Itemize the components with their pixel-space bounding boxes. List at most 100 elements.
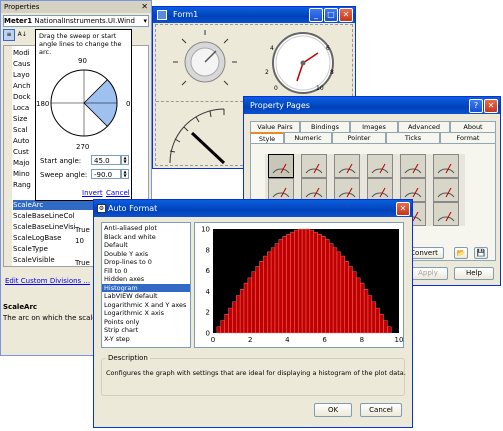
- format-list-item[interactable]: Default: [102, 241, 190, 250]
- property-row-name[interactable]: Majo: [13, 158, 30, 168]
- tab[interactable]: Style: [250, 132, 284, 143]
- open-folder-button[interactable]: 📂: [454, 247, 468, 259]
- property-value[interactable]: 10: [75, 237, 84, 243]
- format-list[interactable]: Anti-aliased plot Black and white Default D…: [101, 222, 191, 348]
- format-list-item[interactable]: Strip chart: [102, 326, 190, 335]
- close-button[interactable]: ✕: [484, 99, 498, 113]
- property-row-name[interactable]: Rang: [13, 180, 31, 190]
- tab[interactable]: Format: [440, 132, 496, 143]
- property-row-name[interactable]: Mino: [13, 169, 30, 179]
- tab-row-1: Value Pairs Bindings Images Advanced About: [250, 121, 496, 132]
- invert-link[interactable]: Invert: [82, 189, 103, 197]
- format-list-item[interactable]: Double Y axis: [102, 250, 190, 259]
- apply-button[interactable]: Apply: [408, 267, 448, 280]
- close-button[interactable]: ✕: [396, 202, 410, 216]
- help-button[interactable]: Help: [454, 267, 494, 280]
- property-name: ScaleType: [13, 245, 48, 253]
- style-thumbnail[interactable]: [367, 154, 393, 178]
- categorized-icon[interactable]: ≡: [3, 29, 15, 41]
- style-thumbnail[interactable]: [268, 154, 294, 178]
- form1-title: Form1: [173, 10, 199, 19]
- save-icon[interactable]: 💾: [474, 247, 488, 259]
- property-value[interactable]: True: [75, 259, 90, 265]
- histogram-bar: [305, 228, 311, 334]
- property-row-name[interactable]: Size: [13, 114, 27, 124]
- property-row-name[interactable]: Dock: [13, 92, 31, 102]
- close-icon[interactable]: ✕: [141, 2, 148, 11]
- histogram-bar: [274, 243, 280, 334]
- property-value[interactable]: True: [75, 226, 90, 232]
- cancel-button[interactable]: Cancel: [360, 403, 402, 417]
- format-list-item[interactable]: Hidden axes: [102, 275, 190, 284]
- label-0: 0: [126, 100, 131, 108]
- format-list-item[interactable]: Logarithmic X axis: [102, 309, 190, 318]
- help-title-button[interactable]: ?: [469, 99, 483, 113]
- property-row-name[interactable]: Cust: [13, 147, 29, 157]
- histogram-bar: [348, 266, 353, 334]
- format-list-item[interactable]: Histogram: [102, 283, 190, 292]
- sweep-angle-input[interactable]: -90.0: [91, 169, 121, 179]
- ok-button[interactable]: OK: [314, 403, 352, 417]
- tab[interactable]: Pointer: [332, 132, 386, 143]
- app-icon: ⚙: [97, 204, 106, 213]
- property-row-name[interactable]: Modi: [13, 48, 30, 58]
- alphabetical-icon[interactable]: A↓: [17, 30, 27, 40]
- tab[interactable]: About: [450, 121, 496, 132]
- format-list-item[interactable]: Black and white: [102, 233, 190, 242]
- x-tick-label: 0: [211, 336, 215, 344]
- gauge-label: 2: [265, 69, 269, 76]
- format-list-item[interactable]: Logarithmic X and Y axes: [102, 301, 190, 310]
- cancel-link[interactable]: Cancel: [106, 189, 130, 197]
- meter-control[interactable]: [164, 105, 234, 167]
- tab[interactable]: Images: [350, 121, 398, 132]
- edit-custom-divisions-link[interactable]: Edit Custom Divisions ...: [5, 277, 90, 285]
- format-list-item[interactable]: LabVIEW default: [102, 292, 190, 301]
- maximize-button[interactable]: □: [324, 8, 338, 22]
- minimize-button[interactable]: _: [309, 8, 323, 22]
- arc-dial[interactable]: [48, 67, 120, 139]
- object-selector[interactable]: Meter1 NationalInstruments.UI.Wind ▾: [3, 15, 149, 27]
- histogram-bar: [286, 233, 291, 334]
- histogram-bar: [329, 243, 334, 334]
- histogram-bar: [267, 251, 272, 334]
- histogram-bar: [336, 251, 342, 334]
- format-list-item[interactable]: Points only: [102, 318, 190, 327]
- sweep-angle-spin[interactable]: ▲ ▼: [121, 169, 129, 179]
- description-text: Configures the graph with settings that …: [106, 369, 406, 377]
- histogram-bar: [239, 289, 245, 334]
- property-row-name[interactable]: Loca: [13, 103, 29, 113]
- style-thumbnail[interactable]: [433, 202, 459, 226]
- style-thumbnail[interactable]: [301, 154, 327, 178]
- tab-row-2: Style Numeric Pointer Ticks Format: [250, 132, 496, 143]
- format-list-item[interactable]: X-Y step: [102, 335, 190, 344]
- property-pages-titlebar: Property Pages: [244, 97, 500, 114]
- format-list-item[interactable]: Drop-lines to 0: [102, 258, 190, 267]
- property-row-name[interactable]: Anch: [13, 81, 31, 91]
- knob-control[interactable]: [170, 27, 240, 97]
- format-list-item[interactable]: Fill to 0: [102, 267, 190, 276]
- histogram-bar: [224, 314, 229, 334]
- histogram-bar: [243, 282, 249, 334]
- object-type: NationalInstruments.UI.Wind: [34, 17, 135, 25]
- property-row-name[interactable]: Layo: [13, 70, 30, 80]
- tab[interactable]: Ticks: [386, 132, 440, 143]
- x-tick-label: 10: [395, 336, 403, 344]
- property-pages-title: Property Pages: [250, 101, 310, 110]
- style-thumbnail[interactable]: [433, 154, 459, 178]
- format-list-item[interactable]: Anti-aliased plot: [102, 224, 190, 233]
- property-row-name[interactable]: Caus: [13, 59, 30, 69]
- histogram-bar: [321, 236, 326, 334]
- style-thumbnail[interactable]: [334, 154, 360, 178]
- tab[interactable]: Bindings: [300, 121, 350, 132]
- tab[interactable]: Advanced: [398, 121, 450, 132]
- style-thumbnail[interactable]: [400, 154, 426, 178]
- tab[interactable]: Value Pairs: [250, 121, 300, 132]
- close-button[interactable]: ✕: [339, 8, 353, 22]
- style-thumbnail[interactable]: [433, 178, 459, 202]
- property-row-name[interactable]: Scal: [13, 125, 28, 135]
- start-angle-spin[interactable]: ▲ ▼: [121, 155, 129, 165]
- property-row-name[interactable]: Auto: [13, 136, 29, 146]
- tab[interactable]: Numeric: [284, 132, 332, 143]
- start-angle-input[interactable]: 45.0: [91, 155, 121, 165]
- histogram-bar: [298, 228, 303, 334]
